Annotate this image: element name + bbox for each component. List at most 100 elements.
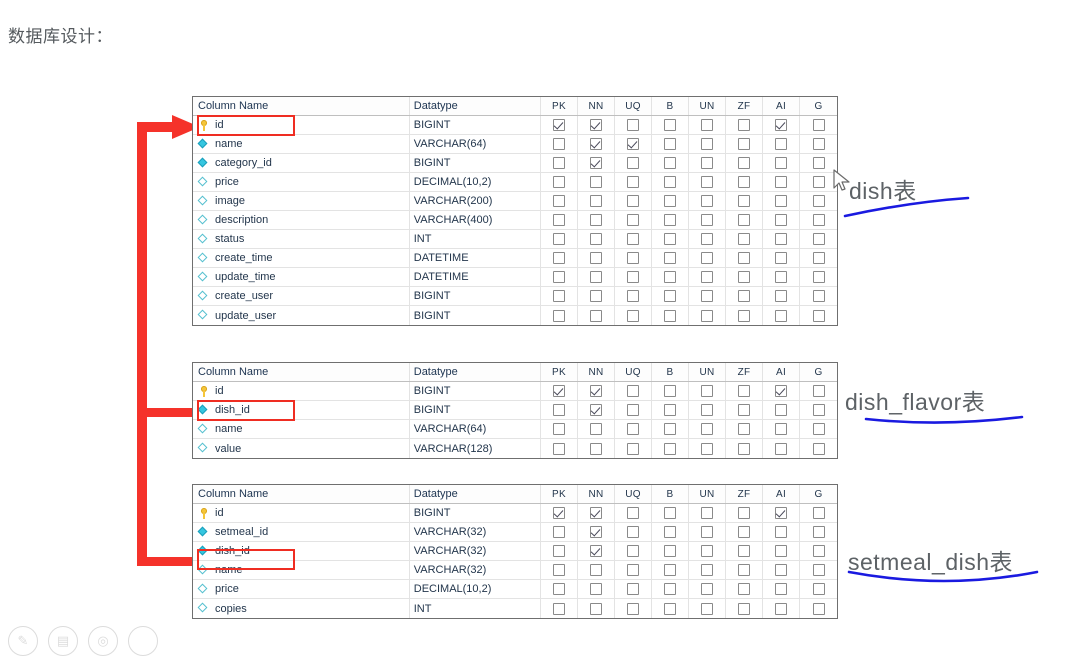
checkbox-ai[interactable] bbox=[775, 583, 787, 595]
flag-cell-g[interactable] bbox=[800, 599, 837, 618]
flag-cell-uq[interactable] bbox=[615, 420, 652, 438]
flag-cell-nn[interactable] bbox=[578, 192, 615, 210]
flag-cell-zf[interactable] bbox=[726, 211, 763, 229]
flag-cell-nn[interactable] bbox=[578, 401, 615, 419]
flag-cell-ai[interactable] bbox=[763, 154, 800, 172]
flag-cell-g[interactable] bbox=[800, 306, 837, 325]
flag-cell-un[interactable] bbox=[689, 306, 726, 325]
checkbox-b[interactable] bbox=[664, 233, 676, 245]
flag-cell-ai[interactable] bbox=[763, 599, 800, 618]
table-row[interactable]: copies INT bbox=[193, 599, 837, 618]
checkbox-uq[interactable] bbox=[627, 545, 639, 557]
column-name-cell[interactable]: description bbox=[193, 211, 410, 229]
column-name-cell[interactable]: price bbox=[193, 580, 410, 598]
flag-cell-zf[interactable] bbox=[726, 542, 763, 560]
flag-cell-zf[interactable] bbox=[726, 504, 763, 522]
checkbox-un[interactable] bbox=[701, 214, 713, 226]
checkbox-ai[interactable] bbox=[775, 404, 787, 416]
flag-cell-un[interactable] bbox=[689, 523, 726, 541]
flag-cell-un[interactable] bbox=[689, 420, 726, 438]
column-name-cell[interactable]: name bbox=[193, 135, 410, 153]
flag-cell-un[interactable] bbox=[689, 230, 726, 248]
datatype-cell[interactable]: VARCHAR(32) bbox=[410, 561, 541, 579]
flag-cell-g[interactable] bbox=[800, 287, 837, 305]
flag-cell-uq[interactable] bbox=[615, 268, 652, 286]
flag-cell-pk[interactable] bbox=[541, 192, 578, 210]
table-dish-flavor[interactable]: Column Name Datatype PK NN UQ B UN ZF AI Gid BIGIN… bbox=[192, 362, 838, 459]
flag-cell-b[interactable] bbox=[652, 230, 689, 248]
flag-cell-g[interactable] bbox=[800, 211, 837, 229]
flag-cell-pk[interactable] bbox=[541, 287, 578, 305]
column-name-cell[interactable]: create_user bbox=[193, 287, 410, 305]
flag-cell-ai[interactable] bbox=[763, 542, 800, 560]
checkbox-pk[interactable] bbox=[553, 233, 565, 245]
checkbox-un[interactable] bbox=[701, 423, 713, 435]
table-dish[interactable]: Column Name Datatype PK NN UQ B UN ZF AI Gid BIGIN… bbox=[192, 96, 838, 326]
checkbox-uq[interactable] bbox=[627, 564, 639, 576]
flag-cell-pk[interactable] bbox=[541, 401, 578, 419]
flag-cell-uq[interactable] bbox=[615, 154, 652, 172]
flag-cell-uq[interactable] bbox=[615, 249, 652, 267]
flag-cell-zf[interactable] bbox=[726, 580, 763, 598]
flag-cell-g[interactable] bbox=[800, 268, 837, 286]
flag-cell-un[interactable] bbox=[689, 561, 726, 579]
table-row[interactable]: name VARCHAR(32) bbox=[193, 561, 837, 580]
datatype-cell[interactable]: VARCHAR(64) bbox=[410, 135, 541, 153]
flag-cell-zf[interactable] bbox=[726, 135, 763, 153]
checkbox-b[interactable] bbox=[664, 526, 676, 538]
flag-cell-ai[interactable] bbox=[763, 561, 800, 579]
checkbox-zf[interactable] bbox=[738, 290, 750, 302]
checkbox-pk[interactable] bbox=[553, 176, 565, 188]
flag-cell-nn[interactable] bbox=[578, 439, 615, 458]
flag-cell-pk[interactable] bbox=[541, 382, 578, 400]
table-row[interactable]: price DECIMAL(10,2) bbox=[193, 173, 837, 192]
checkbox-un[interactable] bbox=[701, 233, 713, 245]
checkbox-nn[interactable] bbox=[590, 214, 602, 226]
checkbox-b[interactable] bbox=[664, 138, 676, 150]
checkbox-pk[interactable] bbox=[553, 404, 565, 416]
flag-cell-pk[interactable] bbox=[541, 580, 578, 598]
flag-cell-zf[interactable] bbox=[726, 249, 763, 267]
table-row[interactable]: price DECIMAL(10,2) bbox=[193, 580, 837, 599]
datatype-cell[interactable]: VARCHAR(32) bbox=[410, 523, 541, 541]
flag-cell-b[interactable] bbox=[652, 249, 689, 267]
column-name-cell[interactable]: price bbox=[193, 173, 410, 191]
flag-cell-nn[interactable] bbox=[578, 154, 615, 172]
checkbox-pk[interactable] bbox=[553, 119, 565, 131]
flag-cell-b[interactable] bbox=[652, 306, 689, 325]
flag-cell-zf[interactable] bbox=[726, 561, 763, 579]
checkbox-uq[interactable] bbox=[627, 252, 639, 264]
flag-cell-g[interactable] bbox=[800, 439, 837, 458]
checkbox-ai[interactable] bbox=[775, 385, 787, 397]
flag-cell-nn[interactable] bbox=[578, 230, 615, 248]
flag-cell-b[interactable] bbox=[652, 580, 689, 598]
checkbox-un[interactable] bbox=[701, 404, 713, 416]
flag-cell-g[interactable] bbox=[800, 154, 837, 172]
column-name-cell[interactable]: id bbox=[193, 116, 410, 134]
flag-cell-zf[interactable] bbox=[726, 523, 763, 541]
checkbox-nn[interactable] bbox=[590, 119, 602, 131]
checkbox-ai[interactable] bbox=[775, 545, 787, 557]
flag-cell-nn[interactable] bbox=[578, 268, 615, 286]
flag-cell-ai[interactable] bbox=[763, 135, 800, 153]
checkbox-g[interactable] bbox=[812, 176, 825, 188]
flag-cell-g[interactable] bbox=[800, 192, 837, 210]
checkbox-b[interactable] bbox=[664, 195, 676, 207]
datatype-cell[interactable]: DECIMAL(10,2) bbox=[410, 173, 541, 191]
checkbox-g[interactable] bbox=[812, 507, 825, 519]
datatype-cell[interactable]: BIGINT bbox=[410, 382, 541, 400]
checkbox-un[interactable] bbox=[701, 545, 713, 557]
flag-cell-uq[interactable] bbox=[615, 306, 652, 325]
flag-cell-zf[interactable] bbox=[726, 401, 763, 419]
checkbox-uq[interactable] bbox=[627, 602, 639, 615]
flag-cell-uq[interactable] bbox=[615, 504, 652, 522]
checkbox-zf[interactable] bbox=[738, 602, 750, 615]
checkbox-b[interactable] bbox=[664, 271, 676, 283]
column-name-cell[interactable]: image bbox=[193, 192, 410, 210]
datatype-cell[interactable]: VARCHAR(200) bbox=[410, 192, 541, 210]
flag-cell-ai[interactable] bbox=[763, 116, 800, 134]
flag-cell-g[interactable] bbox=[800, 504, 837, 522]
checkbox-un[interactable] bbox=[701, 290, 713, 302]
checkbox-un[interactable] bbox=[701, 138, 713, 150]
checkbox-ai[interactable] bbox=[775, 195, 787, 207]
